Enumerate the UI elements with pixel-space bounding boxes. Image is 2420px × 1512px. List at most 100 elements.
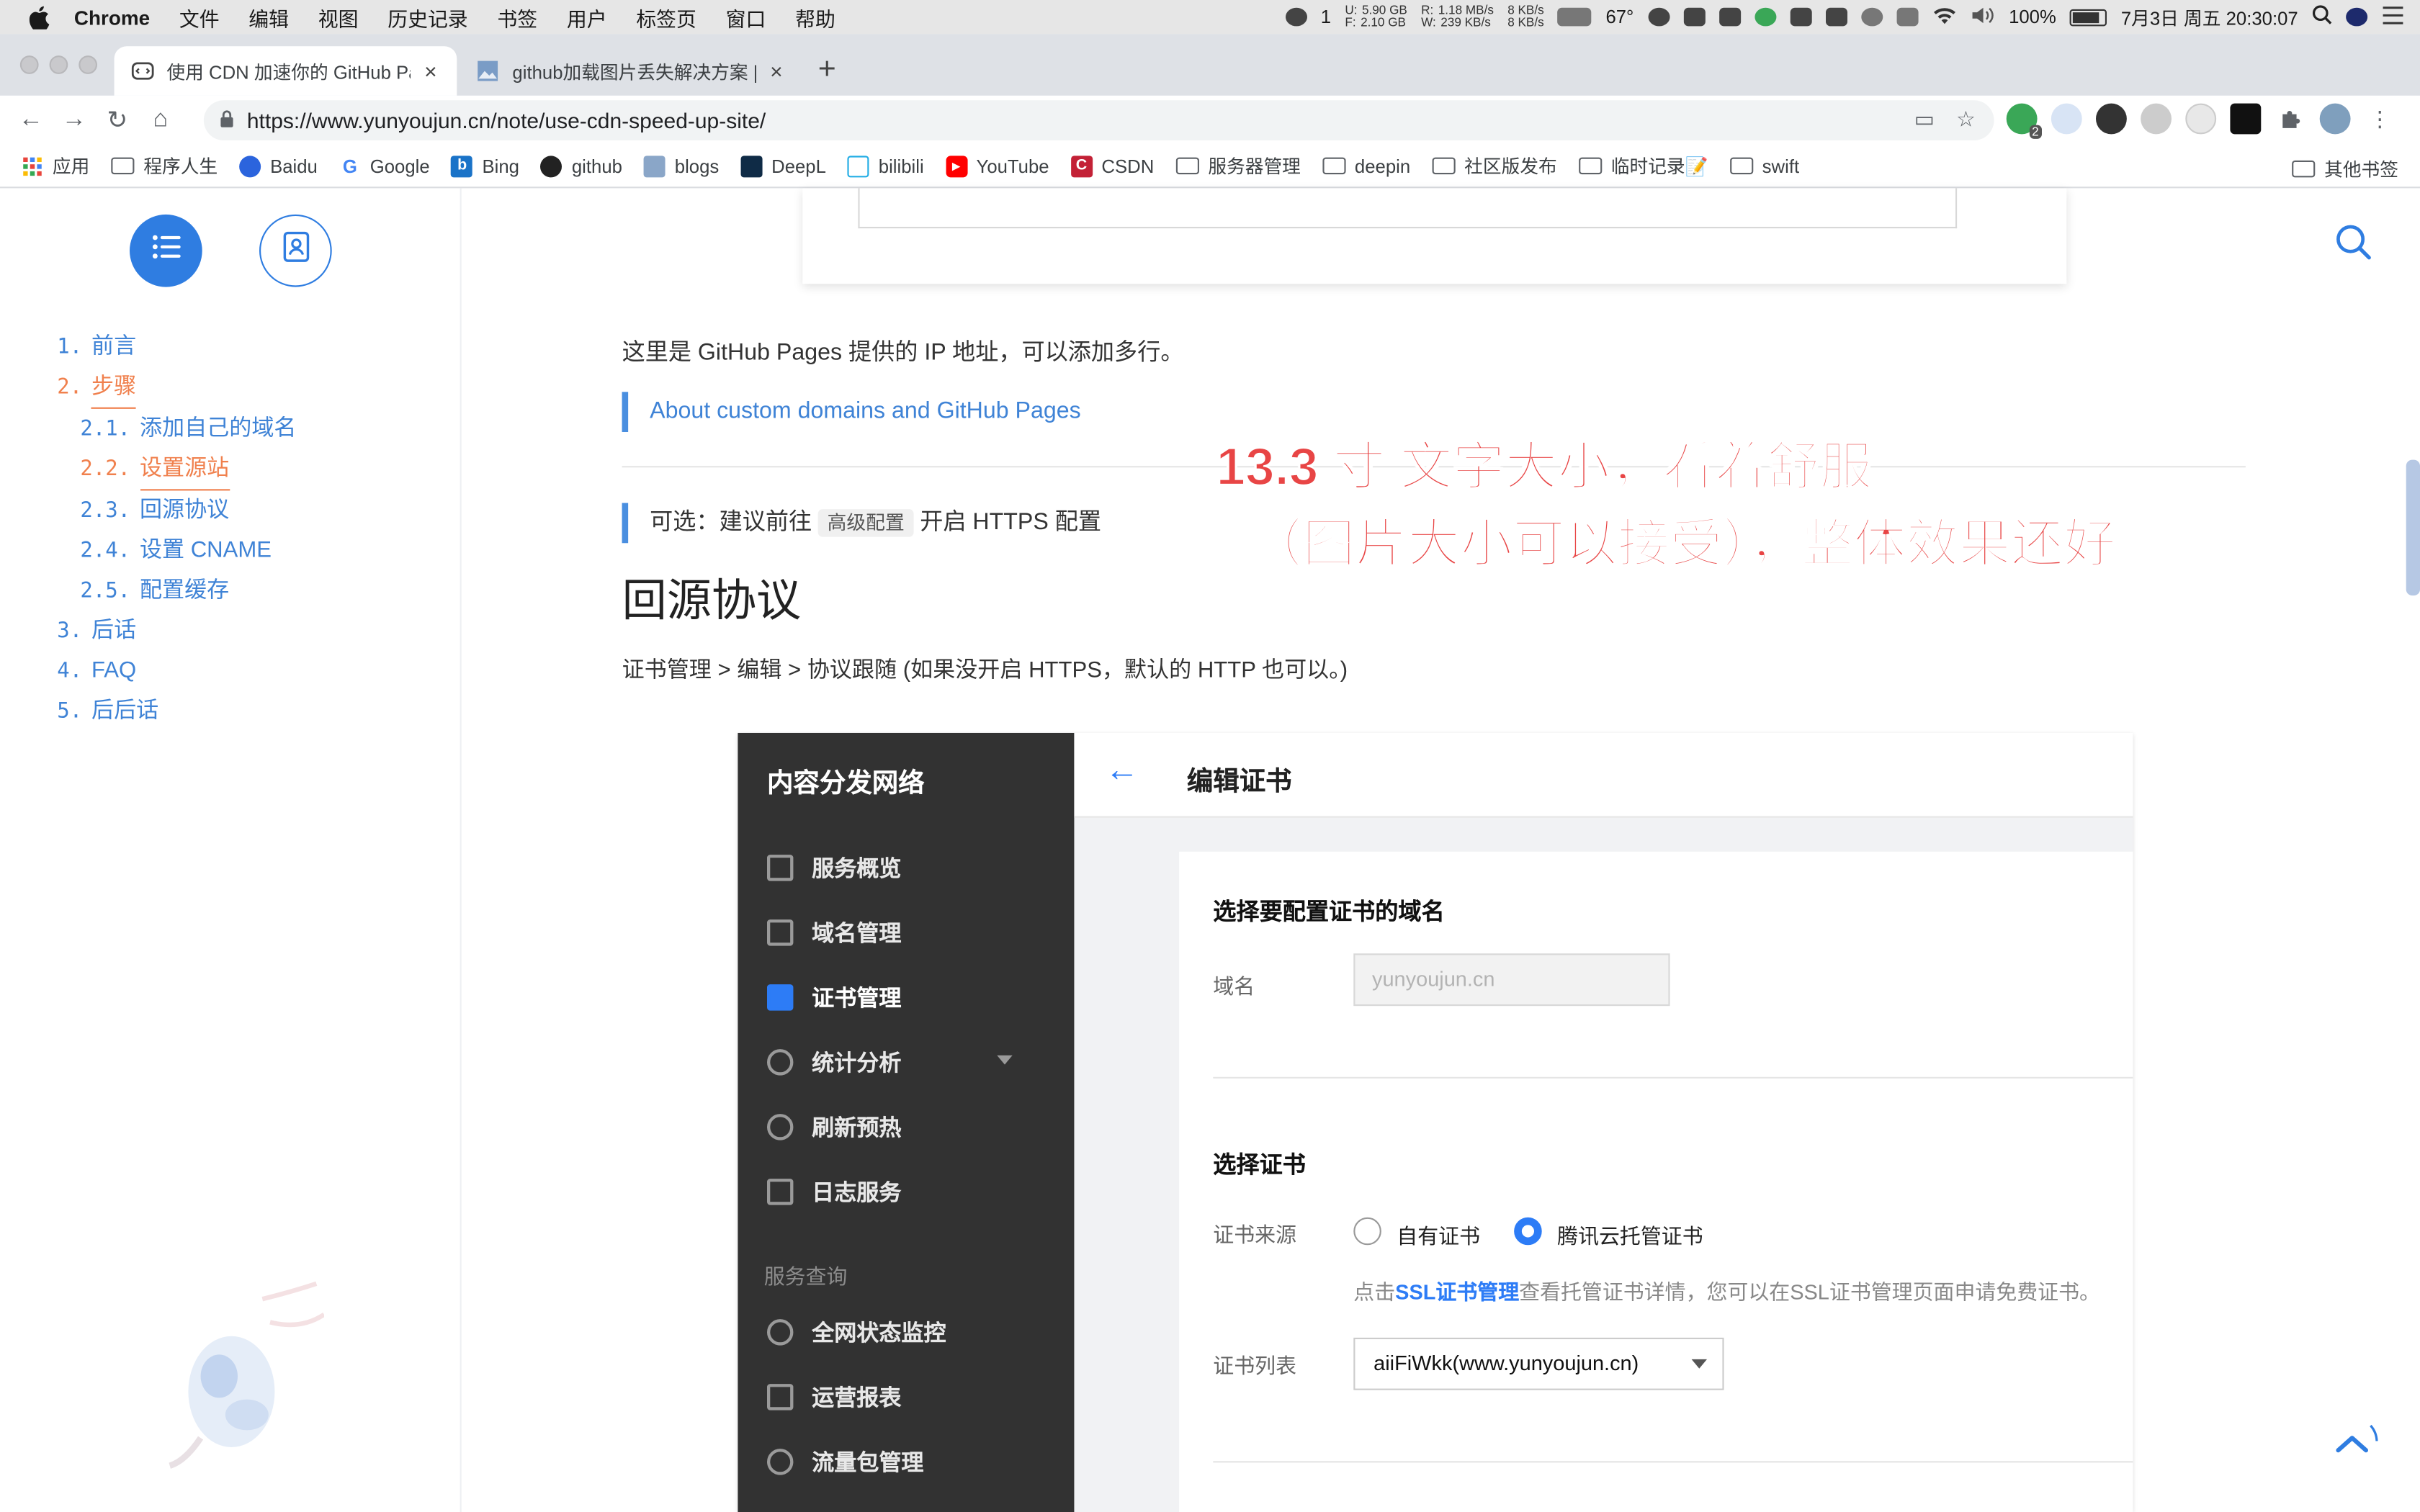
- toc-label: 配置缓存: [139, 578, 230, 603]
- github-extension-icon[interactable]: [2230, 103, 2262, 135]
- toc-item[interactable]: 2.4. 设置 CNAME: [80, 531, 296, 571]
- menu-file[interactable]: 文件: [179, 2, 220, 32]
- close-window-button[interactable]: [19, 55, 39, 74]
- adblock-extension-icon[interactable]: 2: [2006, 103, 2042, 139]
- bookmark-github[interactable]: github: [541, 155, 622, 177]
- blogs-icon: [643, 155, 666, 177]
- google-icon: G: [342, 155, 357, 177]
- site-search-button[interactable]: [2334, 222, 2374, 263]
- bookmark-label: 临时记录📝: [1610, 156, 1708, 178]
- toc-item-active[interactable]: 2. 步骤: [57, 367, 296, 409]
- menu-people[interactable]: 用户: [567, 2, 607, 32]
- toc-item-active[interactable]: 2.2. 设置源站: [80, 449, 296, 491]
- menu-history[interactable]: 历史记录: [387, 2, 467, 32]
- notification-center-icon[interactable]: [2381, 6, 2404, 29]
- traffic-package-icon: [767, 1449, 794, 1475]
- custom-domains-link[interactable]: About custom domains and GitHub Pages: [650, 398, 1081, 424]
- toc-item[interactable]: 2.1. 添加自己的域名: [80, 409, 296, 449]
- toc-item[interactable]: 3. 后话: [57, 611, 296, 652]
- cast-icon[interactable]: ▭: [1914, 107, 1935, 132]
- tab-close-icon[interactable]: ×: [766, 58, 787, 83]
- battery-percent[interactable]: 100%: [2009, 6, 2056, 28]
- clock[interactable]: 7月3日 周五 20:30:07: [2121, 4, 2298, 30]
- bookmark-folder[interactable]: 程序人生: [111, 153, 218, 179]
- overview-button[interactable]: [259, 214, 332, 287]
- bookmark-apps[interactable]: 应用: [22, 153, 89, 179]
- bookmark-baidu[interactable]: Baidu: [239, 155, 318, 177]
- clipboard-icon[interactable]: [1682, 7, 1705, 27]
- profile-avatar[interactable]: [2319, 103, 2351, 135]
- bookmark-folder[interactable]: 临时记录📝: [1578, 153, 1708, 179]
- translate-extension-icon[interactable]: [2051, 103, 2082, 135]
- menu-window[interactable]: 窗口: [726, 2, 766, 32]
- other-bookmarks[interactable]: 其他书签: [2292, 156, 2398, 181]
- new-tab-button[interactable]: +: [818, 53, 836, 88]
- more-menu-icon[interactable]: ⋮: [2365, 104, 2396, 135]
- disk-stat[interactable]: R: 1.18 MB/s W: 239 KB/s: [1421, 4, 1494, 29]
- folder-icon: [1322, 157, 1346, 175]
- reader-extension-icon[interactable]: [2141, 103, 2172, 135]
- sync-icon[interactable]: [1825, 7, 1847, 27]
- toc-item[interactable]: 2.3. 回源协议: [80, 490, 296, 531]
- cpu-graph-icon[interactable]: [1558, 7, 1592, 27]
- window-manager-icon[interactable]: [1789, 7, 1811, 27]
- wechat-icon[interactable]: [1285, 7, 1307, 27]
- reload-button[interactable]: ↻: [96, 105, 139, 136]
- grid-app-icon[interactable]: [1718, 7, 1741, 27]
- menu-help[interactable]: 帮助: [795, 2, 835, 32]
- lock-icon[interactable]: [219, 109, 234, 132]
- grey-extension-icon[interactable]: [2185, 103, 2217, 135]
- network-stat[interactable]: 8 KB/s 8 KB/s: [1507, 4, 1544, 29]
- vpn-icon[interactable]: [1647, 7, 1670, 27]
- url-text[interactable]: https://www.yunyoujun.cn/note/use-cdn-sp…: [247, 108, 766, 132]
- page-scrollbar[interactable]: [2406, 459, 2420, 596]
- bookmark-folder[interactable]: deepin: [1322, 155, 1410, 176]
- history-extension-icon[interactable]: [2096, 103, 2127, 135]
- qq-icon[interactable]: [1860, 7, 1883, 27]
- bookmark-folder[interactable]: 服务器管理: [1175, 153, 1301, 179]
- forward-button[interactable]: →: [53, 107, 96, 135]
- zoom-window-button[interactable]: [79, 55, 97, 74]
- back-to-top-button[interactable]: [2324, 1416, 2380, 1472]
- status-green-icon[interactable]: [1754, 7, 1776, 27]
- tab-close-icon[interactable]: ×: [420, 58, 442, 83]
- siri-icon[interactable]: [2346, 7, 2368, 27]
- toc-toggle-button[interactable]: [130, 214, 202, 287]
- toc-item[interactable]: 4. FAQ: [57, 651, 296, 691]
- bookmark-bilibili[interactable]: bilibili: [847, 155, 924, 177]
- menu-app-name[interactable]: Chrome: [74, 6, 150, 29]
- bookmark-csdn[interactable]: C CSDN: [1070, 155, 1154, 177]
- menu-bookmarks[interactable]: 书签: [497, 2, 537, 32]
- back-button[interactable]: ←: [9, 107, 53, 135]
- toc-item[interactable]: 2.5. 配置缓存: [80, 571, 296, 611]
- menu-tabs[interactable]: 标签页: [636, 2, 696, 32]
- toc-item[interactable]: 1. 前言: [57, 327, 296, 367]
- extensions-area: 2 ⋮: [2006, 103, 2396, 139]
- battery-icon[interactable]: [2070, 8, 2107, 26]
- menu-edit[interactable]: 编辑: [248, 2, 289, 32]
- volume-icon[interactable]: [1970, 6, 1994, 29]
- menu-view[interactable]: 视图: [318, 2, 359, 32]
- wifi-icon[interactable]: [1932, 6, 1956, 29]
- home-button[interactable]: ⌂: [139, 107, 182, 135]
- tab-second[interactable]: github加载图片丢失解决方案 | 5 ×: [460, 46, 803, 96]
- bookmark-folder[interactable]: swift: [1729, 155, 1799, 176]
- minimize-window-button[interactable]: [49, 55, 68, 74]
- bookmark-youtube[interactable]: ▶ YouTube: [945, 155, 1049, 177]
- bookmark-google[interactable]: G Google: [339, 155, 430, 176]
- bookmark-folder[interactable]: 社区版发布: [1432, 153, 1557, 179]
- bookmark-blogs[interactable]: blogs: [643, 155, 719, 177]
- bookmark-bing[interactable]: b Bing: [451, 155, 519, 177]
- toc-item[interactable]: 5. 后后话: [57, 691, 296, 732]
- memory-stat[interactable]: U: 5.90 GB F: 2.10 GB: [1345, 4, 1407, 29]
- spotlight-icon[interactable]: [2312, 4, 2332, 29]
- tab-active[interactable]: 使用 CDN 加速你的 GitHub Pag ×: [114, 46, 457, 96]
- puzzle-extensions-icon[interactable]: [2275, 104, 2306, 135]
- apple-icon[interactable]: [28, 5, 50, 29]
- bookmark-label: DeepL: [771, 155, 826, 177]
- address-bar[interactable]: https://www.yunyoujun.cn/note/use-cdn-sp…: [203, 100, 1994, 140]
- temperature[interactable]: 67°: [1605, 6, 1634, 28]
- bookmark-star-icon[interactable]: ☆: [1956, 107, 1976, 132]
- bookmark-deepl[interactable]: DeepL: [740, 155, 826, 177]
- hub-icon[interactable]: [1896, 7, 1918, 27]
